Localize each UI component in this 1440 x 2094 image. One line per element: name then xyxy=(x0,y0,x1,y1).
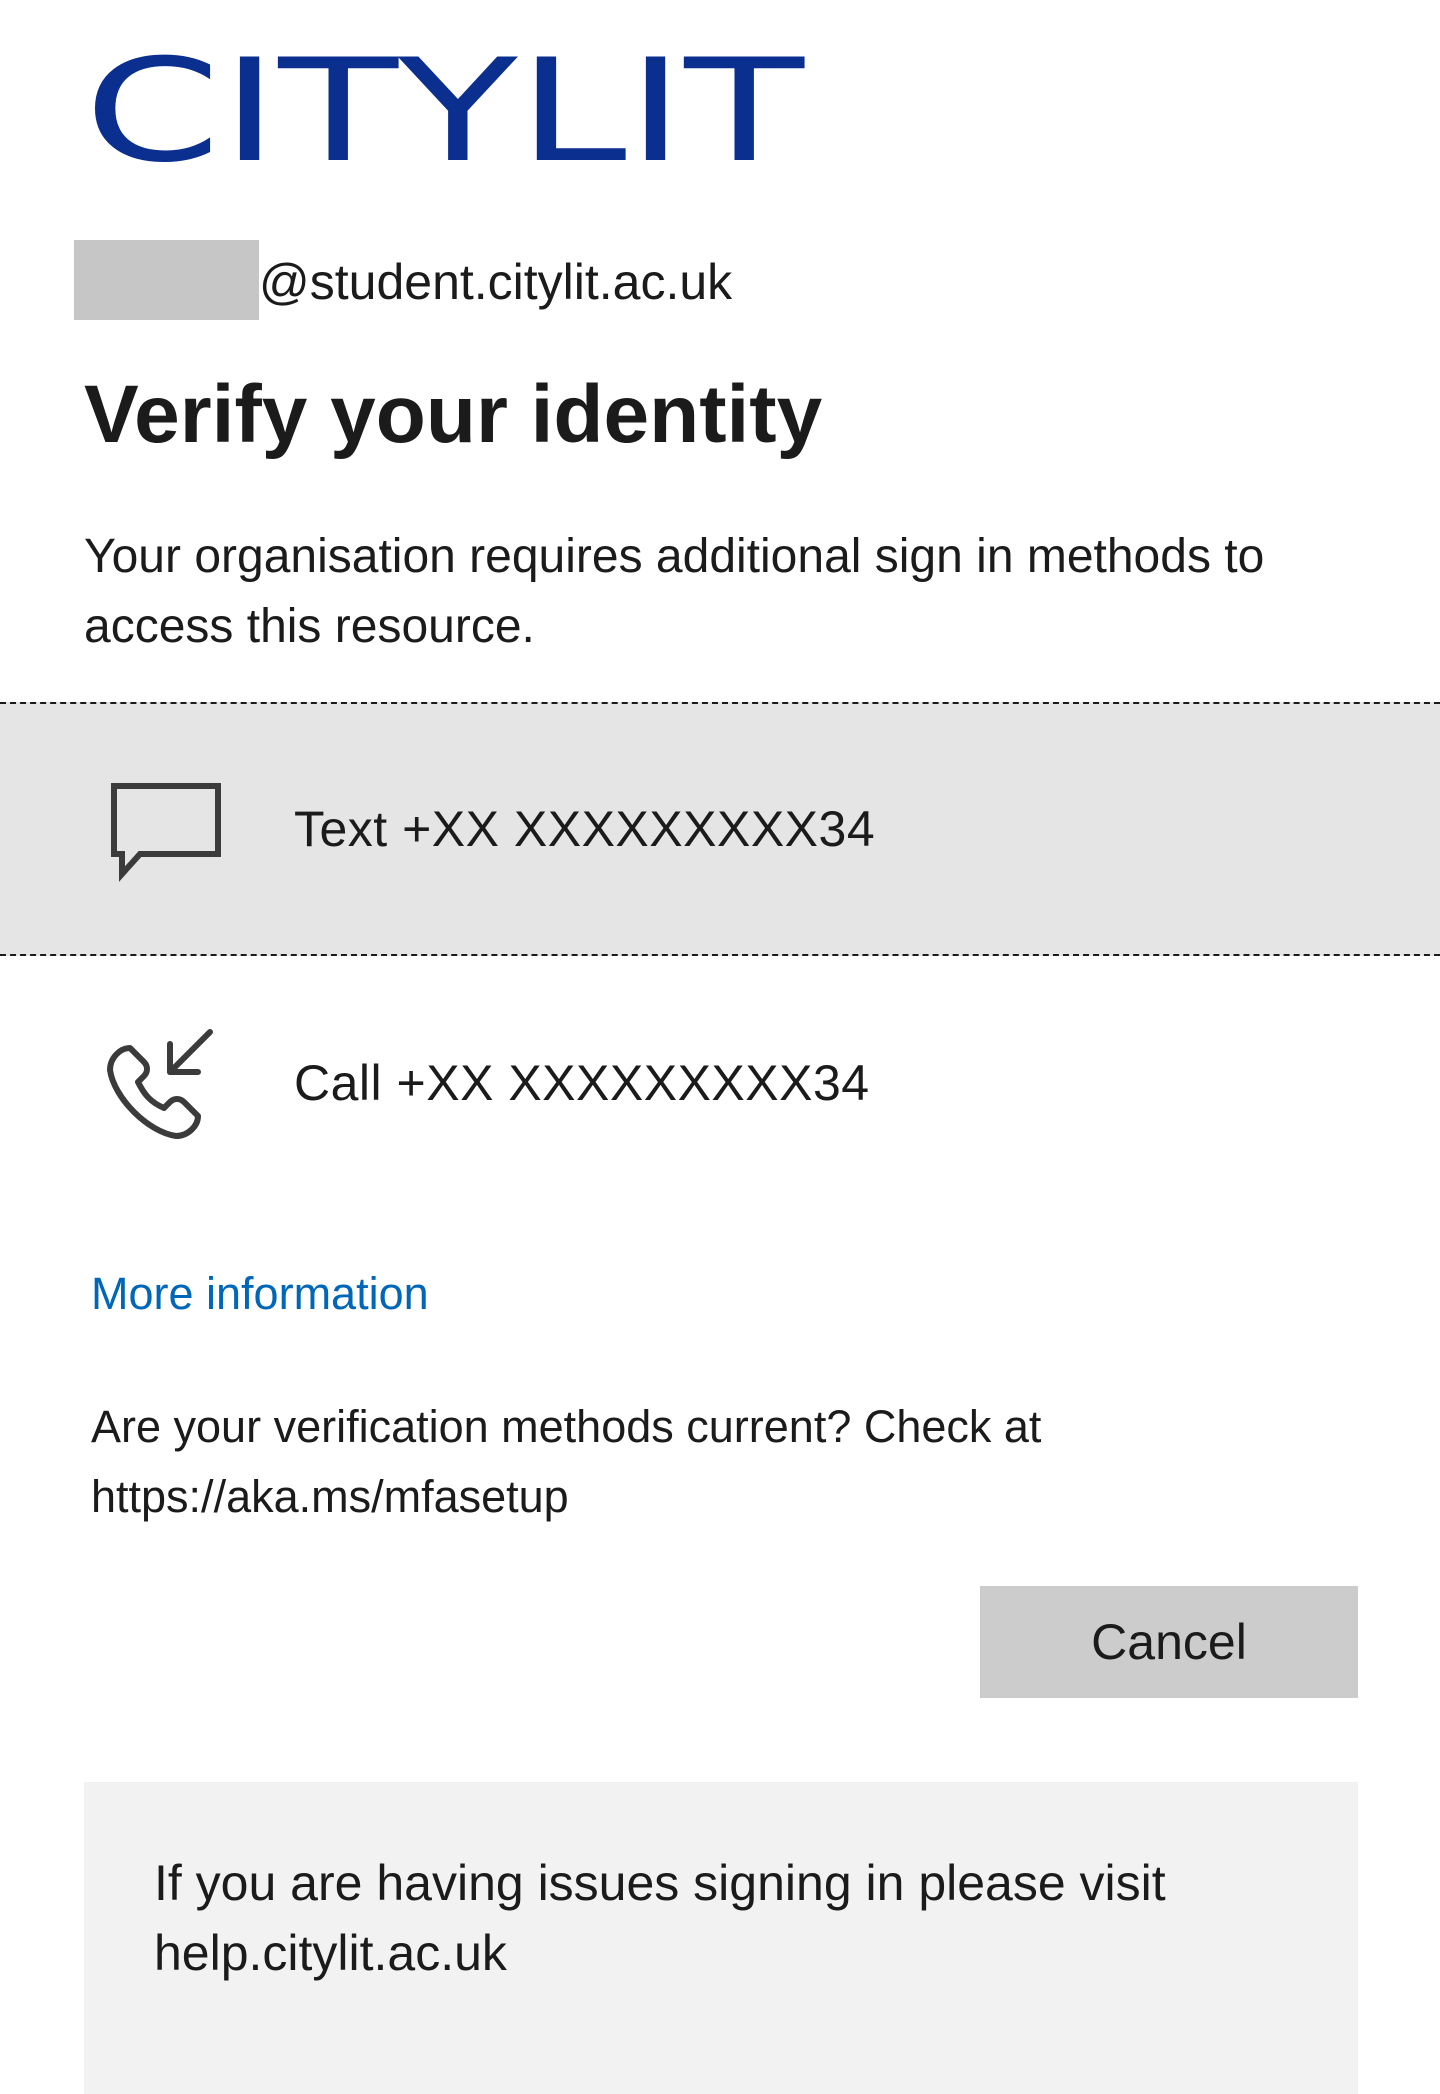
redacted-username xyxy=(74,240,259,320)
method-option-text[interactable]: Text +XX XXXXXXXXX34 xyxy=(0,702,1440,956)
page-description: Your organisation requires additional si… xyxy=(84,530,1265,653)
cancel-button[interactable]: Cancel xyxy=(980,1586,1358,1698)
method-label-call: Call +XX XXXXXXXXX34 xyxy=(294,1055,870,1111)
method-label-text: Text +XX XXXXXXXXX34 xyxy=(294,801,876,857)
help-text: If you are having issues signing in plea… xyxy=(154,1855,1166,1981)
svg-text:CITYLIT: CITYLIT xyxy=(84,48,806,194)
account-identifier: @student.citylit.ac.uk xyxy=(74,240,732,320)
page-title: Verify your identity xyxy=(84,369,823,460)
incoming-call-icon xyxy=(107,1029,213,1139)
chat-bubble-icon xyxy=(111,783,221,882)
account-domain: @student.citylit.ac.uk xyxy=(259,254,733,310)
check-methods-text: Are your verification methods current? C… xyxy=(91,1401,1042,1522)
citylit-logo: CITYLIT xyxy=(84,48,806,194)
more-information-link[interactable]: More information xyxy=(91,1268,429,1320)
help-notice: If you are having issues signing in plea… xyxy=(84,1782,1358,2094)
method-option-call[interactable]: Call +XX XXXXXXXXX34 xyxy=(0,956,1440,1210)
